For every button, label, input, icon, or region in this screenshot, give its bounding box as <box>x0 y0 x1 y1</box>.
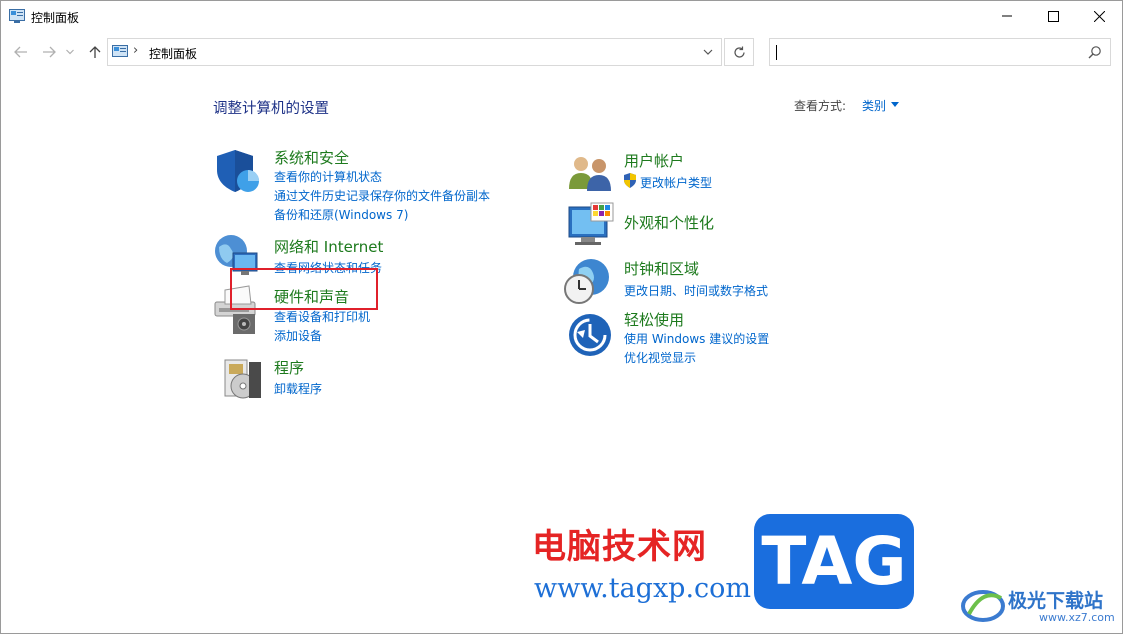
search-icon[interactable] <box>1088 45 1102 59</box>
category-system-security[interactable]: 系统和安全 <box>274 147 349 168</box>
view-by-dropdown[interactable]: 类别 <box>862 97 886 114</box>
watermark-text: 电脑技术网 <box>532 527 707 567</box>
refresh-button[interactable] <box>724 38 754 66</box>
address-bar[interactable]: › 控制面板 <box>107 38 722 66</box>
control-panel-icon <box>9 9 25 23</box>
link-uninstall-program[interactable]: 卸载程序 <box>274 380 322 397</box>
close-icon <box>1093 10 1105 22</box>
link-optimize-visual-display[interactable]: 优化视觉显示 <box>624 349 696 366</box>
link-devices-printers[interactable]: 查看设备和打印机 <box>274 308 370 325</box>
close-button[interactable] <box>1076 1 1122 31</box>
control-panel-icon <box>112 45 128 57</box>
back-button[interactable] <box>11 41 31 63</box>
link-file-history[interactable]: 通过文件历史记录保存你的文件备份副本 <box>274 187 490 204</box>
control-panel-window: 控制面板 › 控制面板 调整计算机的设置 查看方式: 类别 系统和安全 查看你的… <box>0 0 1123 634</box>
maximize-button[interactable] <box>1030 1 1076 31</box>
uac-shield-icon <box>624 173 636 188</box>
forward-button[interactable] <box>39 41 59 63</box>
breadcrumb-separator: › <box>133 43 139 58</box>
watermark-url: www.tagxp.com <box>534 573 752 604</box>
link-add-device[interactable]: 添加设备 <box>274 327 322 344</box>
minimize-button[interactable] <box>984 1 1030 31</box>
recent-locations-button[interactable] <box>63 41 77 63</box>
watermark-tag-text: TAG <box>761 523 907 600</box>
category-user-accounts[interactable]: 用户帐户 <box>624 150 684 171</box>
window-title: 控制面板 <box>31 11 80 25</box>
title-bar: 控制面板 <box>1 1 1122 31</box>
watermark-tag-logo: TAG <box>754 514 914 609</box>
category-network-internet[interactable]: 网络和 Internet <box>274 236 383 257</box>
link-view-computer-status[interactable]: 查看你的计算机状态 <box>274 168 382 185</box>
maximize-icon <box>1047 10 1059 22</box>
ease-of-access-icon[interactable] <box>567 312 613 358</box>
view-by-label: 查看方式: <box>794 99 847 113</box>
arrow-left-icon <box>14 46 27 58</box>
user-accounts-icon[interactable] <box>567 155 613 191</box>
site-logo-icon <box>961 590 1005 622</box>
up-button[interactable] <box>85 41 105 63</box>
appearance-monitor-icon[interactable] <box>567 201 615 249</box>
category-ease-of-access[interactable]: 轻松使用 <box>624 309 684 330</box>
clock-region-icon[interactable] <box>563 257 611 305</box>
link-change-account-type[interactable]: 更改帐户类型 <box>640 174 712 191</box>
watermark-site-url: www.xz7.com <box>1039 611 1115 624</box>
link-recommended-settings[interactable]: 使用 Windows 建议的设置 <box>624 330 769 347</box>
annotation-highlight-box <box>230 268 378 310</box>
watermark-site-name: 极光下载站 <box>1008 590 1104 612</box>
programs-icon[interactable] <box>221 356 265 402</box>
chevron-down-icon <box>703 49 713 55</box>
refresh-icon <box>733 46 745 58</box>
search-input[interactable] <box>769 38 1111 66</box>
category-appearance[interactable]: 外观和个性化 <box>624 212 714 233</box>
link-change-date-time[interactable]: 更改日期、时间或数字格式 <box>624 282 768 299</box>
shield-icon[interactable] <box>215 148 261 194</box>
arrow-right-icon <box>43 46 56 58</box>
breadcrumb[interactable]: 控制面板 <box>149 45 197 62</box>
arrow-up-icon <box>89 46 101 58</box>
category-programs[interactable]: 程序 <box>274 357 304 378</box>
page-title: 调整计算机的设置 <box>213 101 329 117</box>
address-dropdown-button[interactable] <box>698 43 718 61</box>
minimize-icon <box>1002 15 1012 17</box>
caret-down-icon[interactable] <box>891 102 899 107</box>
category-clock-region[interactable]: 时钟和区域 <box>624 258 699 279</box>
chevron-down-icon <box>66 49 74 55</box>
link-backup-restore[interactable]: 备份和还原(Windows 7) <box>274 206 408 223</box>
text-cursor <box>776 45 777 60</box>
